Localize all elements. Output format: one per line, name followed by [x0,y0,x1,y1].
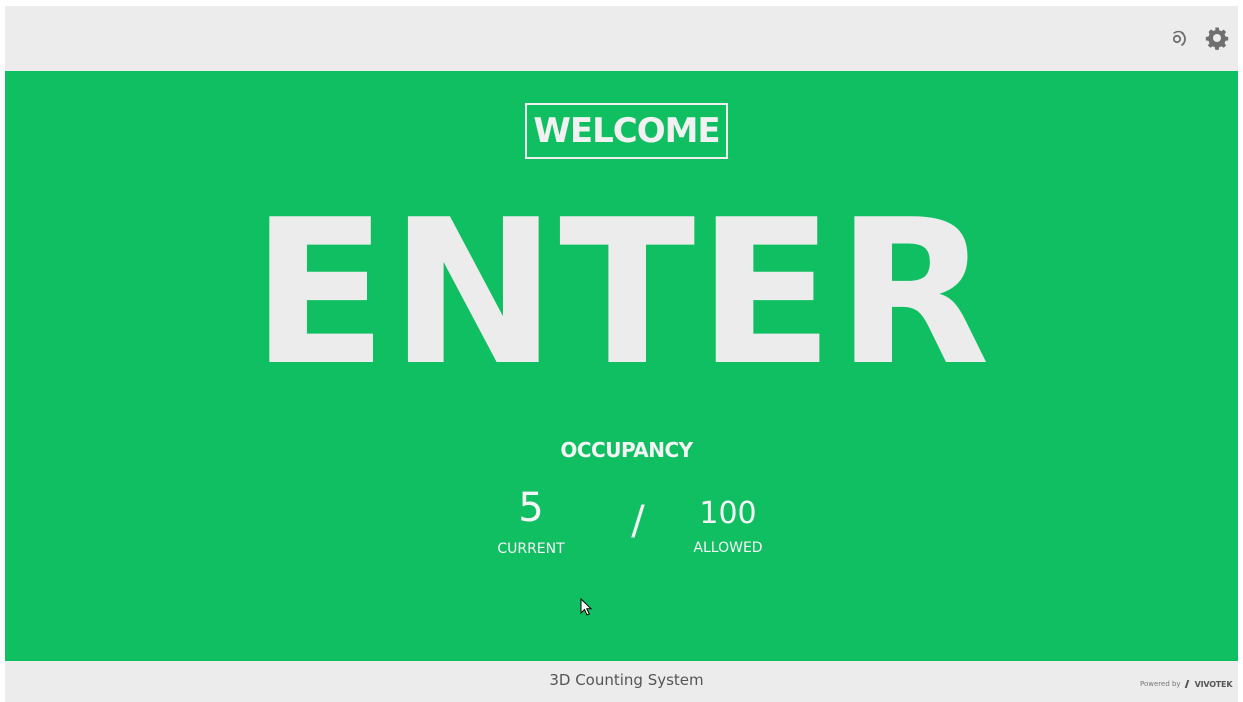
sound-icon[interactable] [1169,26,1191,50]
mouse-cursor-icon [580,597,593,616]
gear-icon[interactable] [1205,26,1229,50]
allowed-count-value: 100 [699,496,757,531]
current-count-block: 5 CURRENT [491,486,571,558]
powered-by: Powered by VIVOTEK [1140,676,1235,692]
allowed-count-block: 100 ALLOWED [678,497,778,557]
app-frame: WELCOME ENTER OCCUPANCY 5 CURRENT / 100 … [5,6,1238,702]
allowed-count-label: ALLOWED [693,540,763,556]
powered-by-label: Powered by [1140,680,1181,688]
top-toolbar [5,6,1238,71]
count-separator: / [631,498,645,544]
brand-name: VIVOTEK [1194,679,1233,689]
status-message: ENTER [250,177,993,410]
footer-bar: 3D Counting System Powered by VIVOTEK [5,661,1238,702]
current-count-label: CURRENT [497,541,565,557]
system-name: 3D Counting System [549,671,704,689]
status-panel: WELCOME ENTER OCCUPANCY 5 CURRENT / 100 … [5,71,1238,661]
current-count-value: 5 [518,485,544,531]
welcome-badge: WELCOME [525,103,728,159]
occupancy-label: OCCUPANCY [560,438,693,462]
brand-logo: VIVOTEK [1184,679,1233,689]
brand-mark-icon [1184,680,1194,688]
